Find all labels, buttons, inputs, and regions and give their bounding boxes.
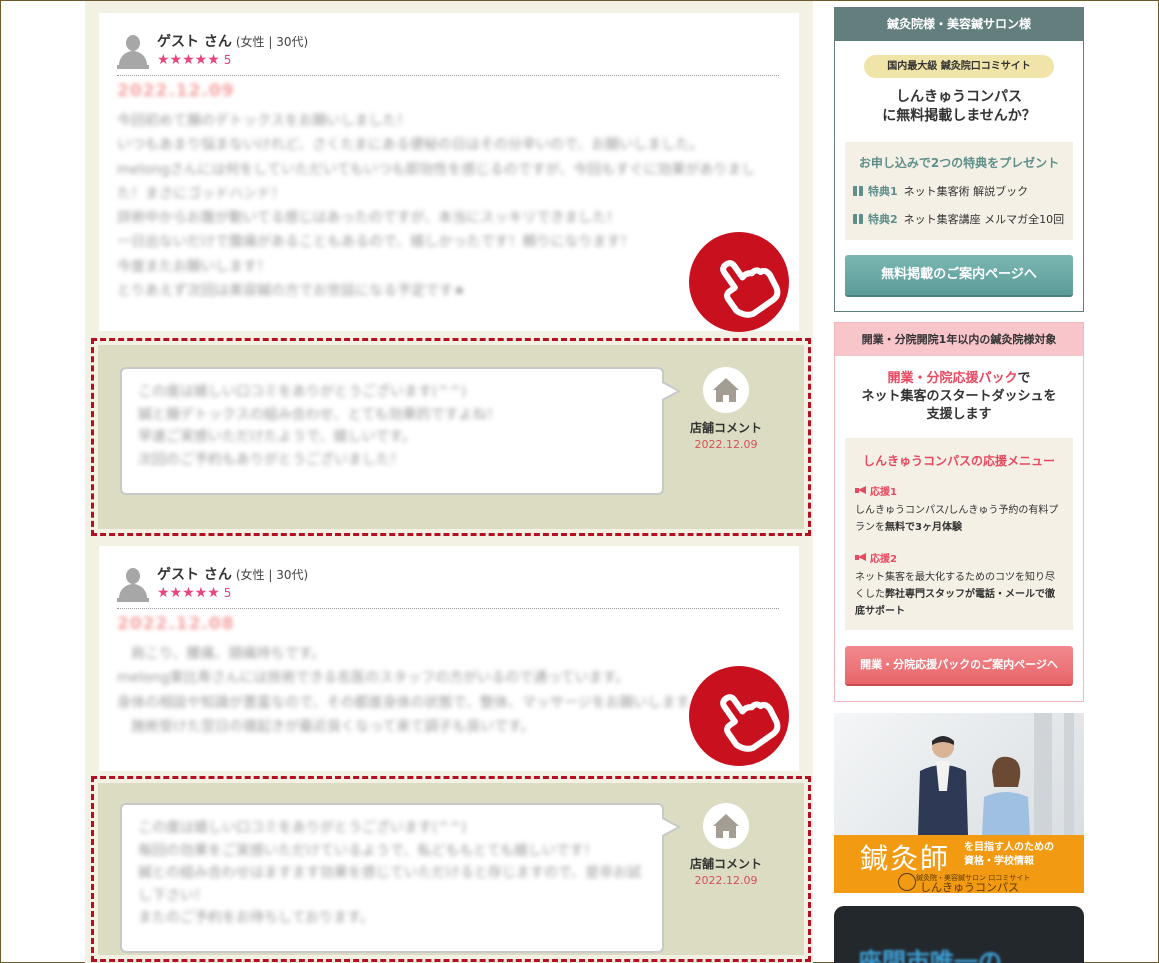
house-icon	[703, 803, 749, 849]
review-header: ゲスト さん (女性 | 30代) ★★★★★ 5	[117, 566, 308, 602]
box-header: 鍼灸院様・美容鍼サロン様	[835, 8, 1083, 41]
menu-item: 応援1 しんきゅうコンパス/しんきゅう予約の有料プランを無料で3ヶ月体験	[855, 483, 1063, 536]
gift-icon	[853, 186, 863, 196]
rating-value: 5	[223, 53, 232, 67]
shop-info: 店舗コメント 2022.12.09	[690, 367, 762, 451]
reviewer-meta: (女性 | 30代)	[235, 568, 309, 582]
gift-tag: 特典1	[868, 185, 898, 198]
woman-image	[982, 756, 1030, 835]
box-headline: 開業・分院応援パックで ネット集客のスタートダッシュを 支援します	[835, 370, 1083, 424]
review-date: 2022.12.09	[117, 81, 235, 101]
headline-highlight: 開業・分院応援パック	[887, 371, 1018, 386]
banner-sub-line: を目指す人のための	[964, 842, 1054, 853]
reviewer-meta: (女性 | 30代)	[235, 35, 309, 49]
menu-item: 応援2 ネット集客を最大化するためのコツを知り尽くした弊社専門スタッフが電話・メ…	[855, 550, 1063, 620]
house-icon	[703, 367, 749, 413]
review-body: 肩こり、腰痛、頭痛持ちです。 melong東比寿さんには技術できる名医のスタッフ…	[117, 646, 703, 735]
headline-text: で	[1017, 371, 1031, 386]
comment-bubble: この度は嬉しい口コミをありがとうございます(^^) 毎回の効果をご実感いただけて…	[120, 803, 681, 953]
user-avatar-icon	[117, 568, 149, 602]
menu-desc-bold: 弊社専門スタッフが電話・メールで徹底サポート	[855, 589, 1055, 617]
rating-value: 5	[223, 586, 232, 600]
shop-comment-text: この度は嬉しい口コミをありがとうございます(^^) 鍼と腸デトックスの組み合わせ…	[138, 384, 501, 468]
star-rating: ★★★★★ 5	[157, 584, 308, 602]
box-header: 開業・分院開院1年以内の鍼灸院様対象	[835, 323, 1083, 356]
compass-logo-icon	[898, 873, 916, 891]
shop-comment-label: 店舗コメント	[689, 857, 762, 871]
free-listing-box: 鍼灸院様・美容鍼サロン様 国内最大級 鍼灸院口コミサイト しんきゅうコンパス に…	[834, 7, 1084, 312]
shop-info: 店舗コメント 2022.12.09	[690, 803, 762, 887]
support-menu: しんきゅうコンパスの応援メニュー 応援1 しんきゅうコンパス/しんきゅう予約の有…	[845, 438, 1073, 630]
banner-title: 鍼灸師	[860, 842, 951, 875]
opening-support-box: 開業・分院開院1年以内の鍼灸院様対象 開業・分院応援パックで ネット集客のスター…	[834, 322, 1084, 702]
menu-title: しんきゅうコンパスの応援メニュー	[862, 454, 1055, 468]
shop-comment-date: 2022.12.09	[694, 874, 758, 887]
free-listing-button[interactable]: 無料掲載のご案内ページへ	[845, 255, 1073, 295]
shop-comment-date: 2022.12.09	[694, 438, 758, 451]
tap-finger-icon[interactable]	[689, 232, 789, 332]
banner-subtitle: を目指す人のための 資格・学校情報	[964, 841, 1054, 869]
megaphone-icon	[855, 486, 867, 495]
zama-banner-text: 座間市唯一の	[858, 948, 1002, 963]
gift-item: 特典1 ネット集客術 解説ブック	[853, 183, 1065, 199]
box-headline: しんきゅうコンパス に無料掲載しませんか？	[835, 88, 1083, 126]
gift-title: お申し込みで2つの特典をプレゼント	[858, 156, 1060, 170]
gift-text: ネット集客術 解説ブック	[903, 185, 1029, 198]
shop-comment-box: この度は嬉しい口コミをありがとうございます(^^) 鍼と腸デトックスの組み合わせ…	[91, 338, 811, 536]
gift-list: お申し込みで2つの特典をプレゼント 特典1 ネット集客術 解説ブック 特典2 ネ…	[845, 142, 1073, 240]
menu-tag: 応援2	[870, 554, 897, 565]
comment-bubble: この度は嬉しい口コミをありがとうございます(^^) 鍼と腸デトックスの組み合わせ…	[120, 367, 681, 495]
support-pack-button[interactable]: 開業・分院応援パックのご案内ページへ	[845, 646, 1073, 684]
star-rating: ★★★★★ 5	[157, 51, 308, 69]
gift-icon	[853, 214, 863, 224]
zama-banner[interactable]: 座間市唯一の	[834, 906, 1084, 963]
banner-sub-line: 資格・学校情報	[964, 856, 1034, 867]
reviewer-name-text: ゲスト さん	[157, 567, 232, 583]
site-badge: 国内最大級 鍼灸院口コミサイト	[864, 55, 1054, 78]
review-header: ゲスト さん (女性 | 30代) ★★★★★ 5	[117, 33, 308, 69]
acupuncturist-banner[interactable]: 鍼灸師 を目指す人のための 資格・学校情報 鍼灸院・美容鍼サロン 口コミサイト …	[834, 713, 1084, 893]
stars-icon: ★★★★★	[157, 585, 220, 601]
menu-desc-bold: 無料で3ヶ月体験	[885, 522, 962, 533]
shop-comment-label: 店舗コメント	[689, 421, 762, 435]
review-date: 2022.12.08	[117, 614, 235, 634]
gift-text: ネット集客講座 メルマガ全10回	[903, 213, 1065, 226]
gift-tag: 特典2	[868, 213, 898, 226]
headline-line: 支援します	[926, 407, 992, 422]
divider	[117, 75, 779, 76]
divider	[117, 608, 779, 609]
reviews-column: ゲスト さん (女性 | 30代) ★★★★★ 5 2022.12.09 今回初めて…	[85, 1, 813, 963]
megaphone-icon	[855, 553, 867, 562]
reviewer-name: ゲスト さん (女性 | 30代)	[157, 566, 308, 584]
shop-comment-box: この度は嬉しい口コミをありがとうございます(^^) 毎回の効果をご実感いただけて…	[91, 776, 811, 962]
banner-logo-text: しんきゅうコンパス	[920, 881, 1019, 893]
review-body: 今回初めて腸のデトックスをお願いしました！ いつもあまり悩まないけれど、さくたま…	[117, 113, 756, 300]
stars-icon: ★★★★★	[157, 52, 220, 68]
man-image	[918, 736, 968, 835]
gift-item: 特典2 ネット集客講座 メルマガ全10回	[853, 211, 1065, 227]
tap-finger-icon[interactable]	[689, 666, 789, 766]
user-avatar-icon	[117, 35, 149, 69]
shop-comment-text: この度は嬉しい口コミをありがとうございます(^^) 毎回の効果をご実感いただけて…	[138, 820, 642, 926]
headline-line: ネット集客のスタートダッシュを	[861, 389, 1057, 404]
reviewer-name: ゲスト さん (女性 | 30代)	[157, 33, 308, 51]
headline-line: に無料掲載しませんか？	[882, 108, 1036, 124]
headline-line: しんきゅうコンパス	[896, 89, 1022, 105]
menu-tag: 応援1	[870, 487, 897, 498]
reviewer-name-text: ゲスト さん	[157, 34, 232, 50]
